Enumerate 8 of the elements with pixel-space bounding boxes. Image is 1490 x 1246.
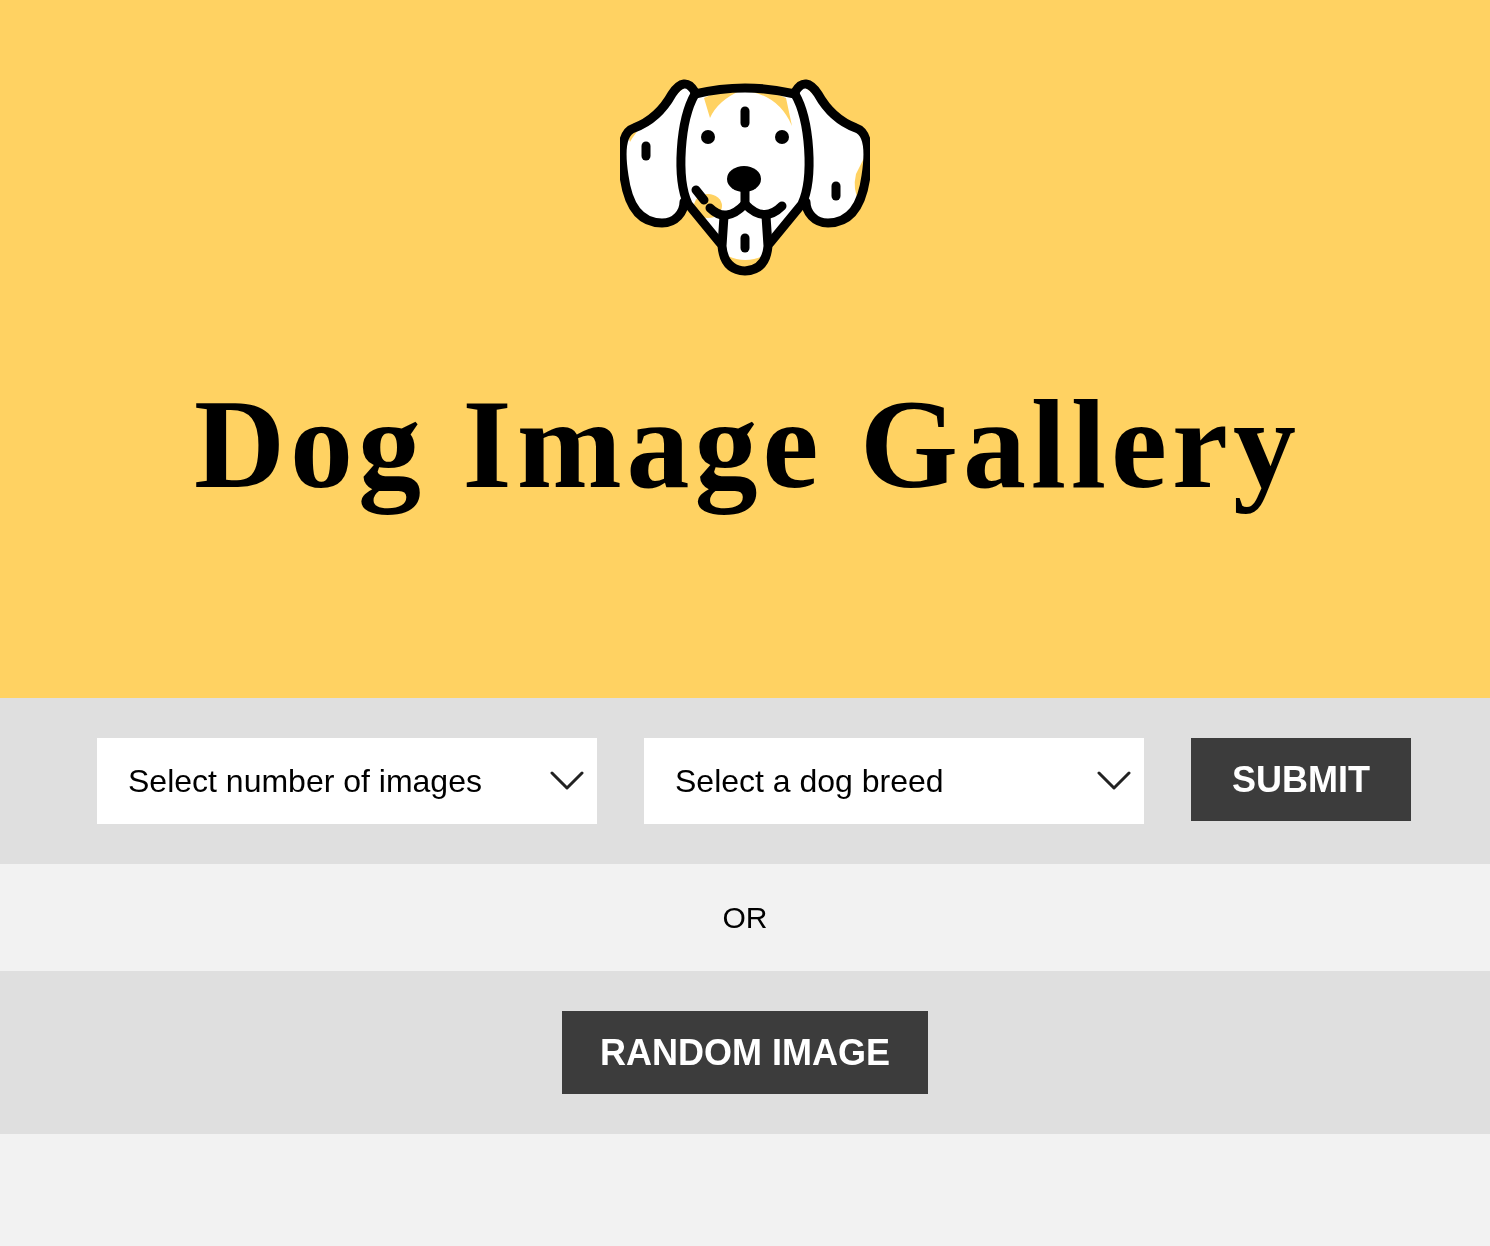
- submit-button[interactable]: SUBMIT: [1191, 738, 1411, 821]
- dropdown-select[interactable]: Select number of images: [97, 738, 597, 824]
- chevron-down-icon: [1097, 771, 1131, 791]
- dropdown-select[interactable]: Select a dog breed: [644, 738, 1144, 824]
- random-image-button[interactable]: RANDOM IMAGE: [562, 1011, 928, 1094]
- page-title: Dog Image Gallery: [193, 374, 1301, 517]
- chevron-down-icon: [550, 771, 584, 791]
- or-separator-text: OR: [722, 900, 768, 935]
